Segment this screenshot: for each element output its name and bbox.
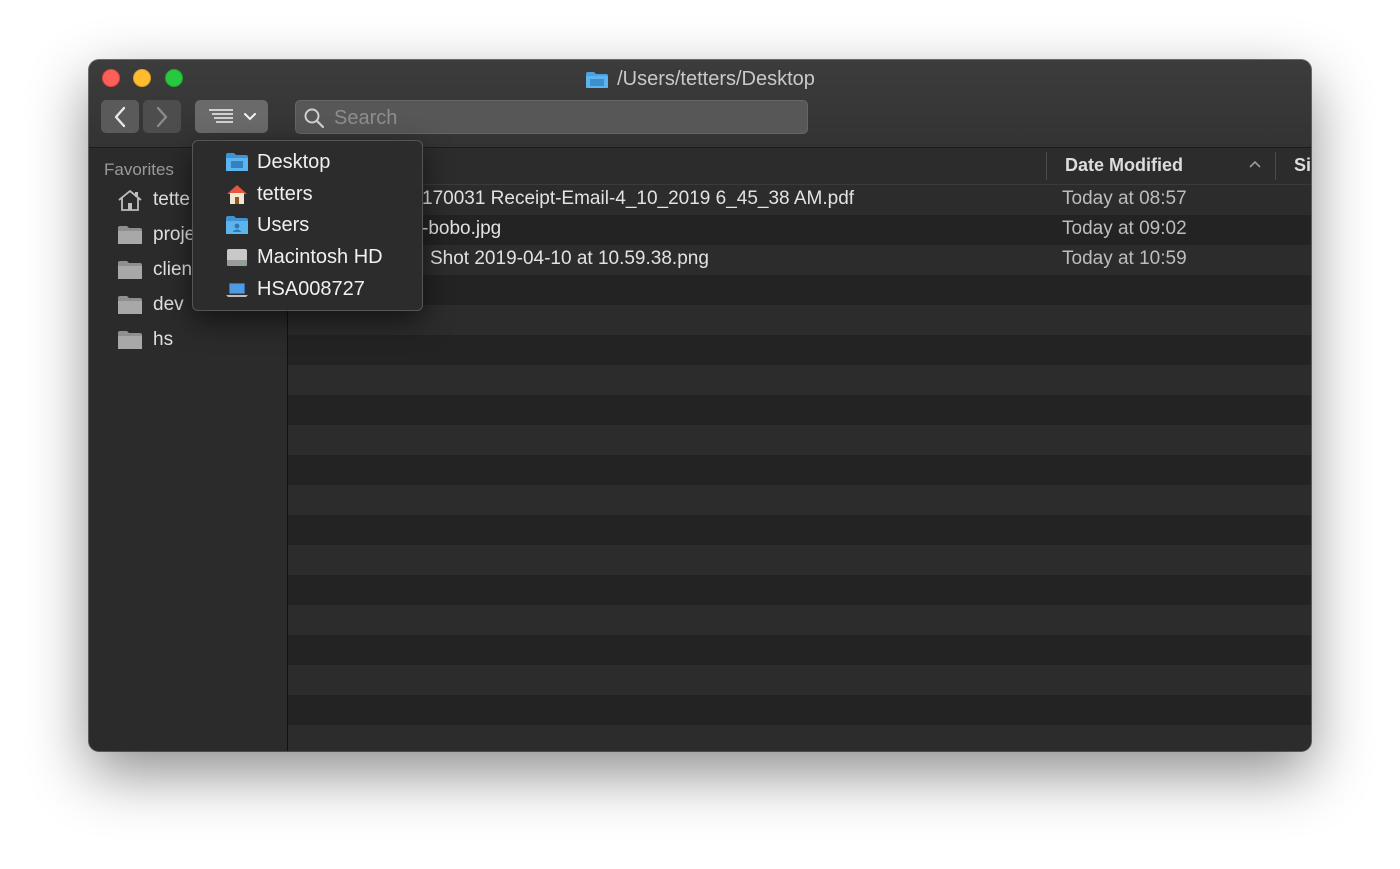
hard-drive-icon — [227, 249, 247, 266]
menu-item-desktop[interactable]: Desktop — [225, 147, 330, 177]
folder-icon — [118, 226, 142, 244]
chevron-down-icon — [243, 112, 256, 120]
folder-icon — [586, 71, 609, 88]
home-icon — [118, 189, 142, 211]
file-date: Today at 09:02 — [1062, 218, 1187, 239]
menu-item-label: Desktop — [257, 150, 331, 173]
empty-row — [288, 395, 1311, 425]
window-title-bar: /Users/tetters/Desktop — [89, 68, 1311, 91]
menu-item-label: Macintosh HD — [257, 245, 383, 268]
window-title: /Users/tetters/Desktop — [617, 68, 815, 90]
sidebar-item-hs[interactable]: hs — [117, 325, 173, 355]
sidebar-item-label: tette — [153, 189, 190, 210]
file-name: -bobo.jpg — [422, 218, 502, 239]
chevron-left-icon — [114, 106, 126, 127]
column-divider[interactable] — [1046, 152, 1047, 180]
empty-row — [288, 305, 1311, 335]
empty-row — [288, 695, 1311, 725]
column-header-date-modified[interactable]: Date Modified — [1065, 155, 1183, 176]
forward-button[interactable] — [143, 100, 181, 133]
users-folder-icon — [226, 216, 248, 234]
file-name: Shot 2019-04-10 at 10.59.38.png — [430, 248, 709, 269]
table-row[interactable]: -bobo.jpg Today at 09:02 — [288, 215, 1311, 245]
sidebar-item-label: proje — [153, 224, 196, 245]
list-path-icon — [208, 108, 233, 123]
file-date: Today at 10:59 — [1062, 248, 1187, 269]
column-header-size[interactable]: Si — [1294, 155, 1311, 176]
table-row[interactable]: 170031 Receipt-Email-4_10_2019 6_45_38 A… — [288, 185, 1311, 215]
back-button[interactable] — [101, 100, 139, 133]
empty-row — [288, 275, 1311, 305]
folder-icon — [118, 296, 142, 314]
sidebar-item-label: clien — [153, 259, 193, 280]
menu-item-label: tetters — [257, 182, 313, 205]
empty-row — [288, 545, 1311, 575]
sidebar-item-label: hs — [153, 329, 174, 350]
empty-row — [288, 485, 1311, 515]
menu-item-label: Users — [257, 213, 310, 236]
file-list-pane: Date Modified Si 170031 Receipt-Email-4_… — [288, 148, 1311, 751]
home-icon — [227, 185, 247, 204]
search-field[interactable] — [295, 100, 808, 135]
search-input[interactable] — [332, 101, 796, 135]
file-rows: 170031 Receipt-Email-4_10_2019 6_45_38 A… — [288, 185, 1311, 751]
desktop-folder-icon — [226, 153, 248, 171]
folder-icon — [118, 261, 142, 279]
empty-row — [288, 635, 1311, 665]
sidebar-item-dev[interactable]: dev — [117, 290, 184, 320]
empty-row — [288, 725, 1311, 751]
search-icon — [304, 108, 324, 128]
empty-row — [288, 335, 1311, 365]
empty-row — [288, 665, 1311, 695]
sidebar-item-clients[interactable]: clien — [117, 255, 192, 285]
column-header-bar: Date Modified Si — [288, 148, 1311, 185]
table-row[interactable]: Shot 2019-04-10 at 10.59.38.png Today at… — [288, 245, 1311, 275]
menu-item-macintosh-hd[interactable]: Macintosh HD — [225, 242, 383, 272]
menu-item-home[interactable]: tetters — [225, 179, 313, 209]
empty-row — [288, 515, 1311, 545]
titlebar: /Users/tetters/Desktop — [89, 60, 1311, 148]
empty-row — [288, 605, 1311, 635]
empty-row — [288, 575, 1311, 605]
sort-ascending-icon — [1249, 160, 1261, 168]
sidebar-item-projects[interactable]: proje — [117, 220, 195, 250]
laptop-icon — [226, 283, 248, 297]
file-date: Today at 08:57 — [1062, 188, 1187, 209]
column-divider[interactable] — [1275, 152, 1276, 180]
menu-item-computer[interactable]: HSA008727 — [225, 274, 365, 304]
empty-row — [288, 425, 1311, 455]
folder-icon — [118, 331, 142, 349]
sidebar-item-label: dev — [153, 294, 184, 315]
sidebar-heading: Favorites — [104, 160, 174, 179]
menu-item-users[interactable]: Users — [225, 210, 309, 240]
chevron-right-icon — [156, 106, 168, 127]
sidebar-item-home[interactable]: tette — [117, 185, 190, 215]
path-popup-menu: Desktop tetters Users Macintosh HD HSA00… — [192, 140, 423, 311]
path-popup-button[interactable] — [195, 100, 268, 133]
empty-row — [288, 365, 1311, 395]
empty-row — [288, 455, 1311, 485]
file-name: 170031 Receipt-Email-4_10_2019 6_45_38 A… — [422, 188, 855, 209]
menu-item-label: HSA008727 — [257, 277, 365, 300]
